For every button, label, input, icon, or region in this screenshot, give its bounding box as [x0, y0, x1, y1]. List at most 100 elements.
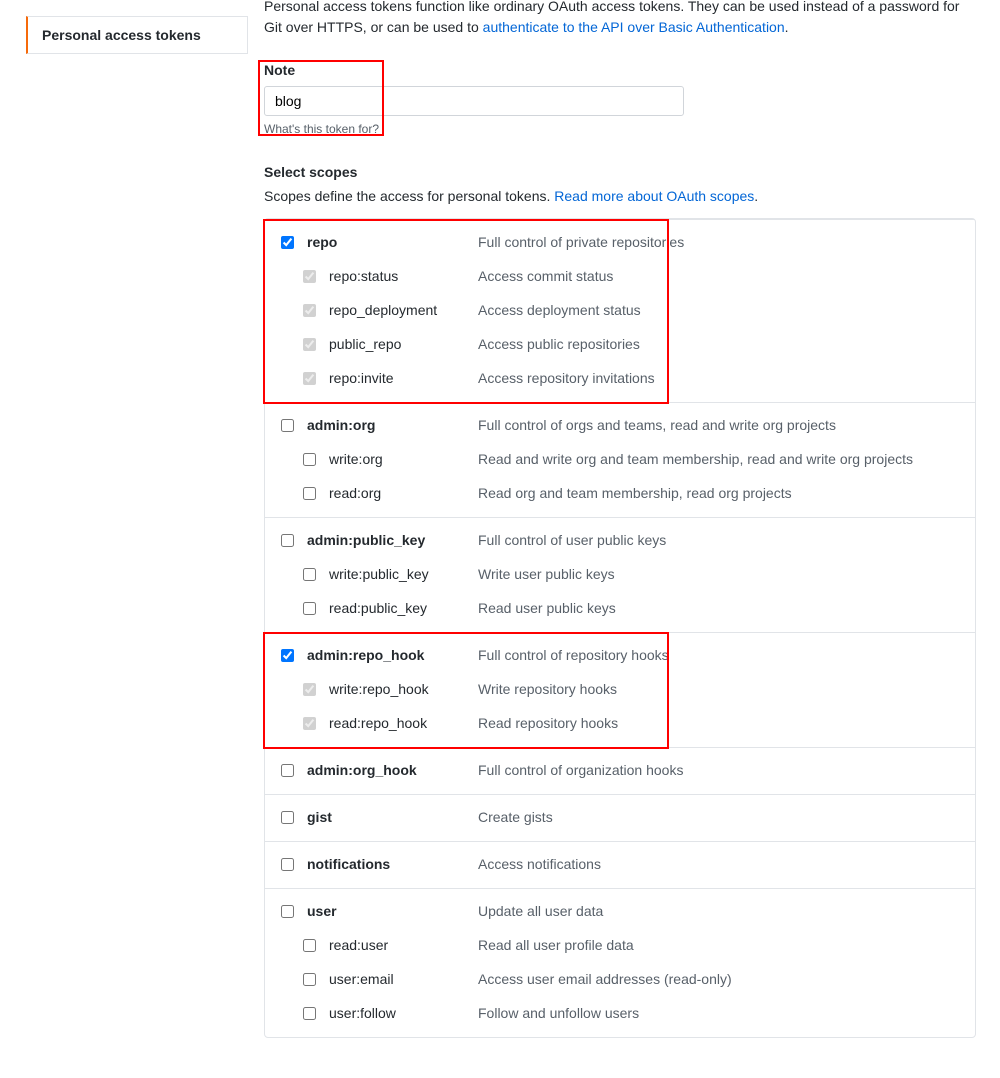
scope-group-user: user Update all user data read:user Read al…: [265, 888, 975, 1037]
scope-checkbox-repo[interactable]: [281, 236, 294, 249]
scope-row: public_repo Access public repositories: [265, 328, 975, 362]
scope-desc: Access repository invitations: [478, 370, 655, 386]
scope-name: admin:repo_hook: [307, 647, 462, 663]
scope-row: user:email Access user email addresses (r…: [265, 963, 975, 997]
scope-checkbox-user-email[interactable]: [303, 973, 316, 986]
scope-checkbox-write-public-key[interactable]: [303, 568, 316, 581]
scope-checkbox-public-repo: [303, 338, 316, 351]
scope-checkbox-repo-invite: [303, 372, 316, 385]
scope-group-admin-public-key: admin:public_key Full control of user pub…: [265, 517, 975, 632]
scope-checkbox-gist[interactable]: [281, 811, 294, 824]
scope-desc: Write user public keys: [478, 566, 615, 582]
scope-name: read:repo_hook: [329, 715, 462, 731]
scope-name: read:org: [329, 485, 462, 501]
scope-desc: Access public repositories: [478, 336, 640, 352]
scopes-subtext: Scopes define the access for personal to…: [264, 188, 976, 204]
scope-checkbox-read-org[interactable]: [303, 487, 316, 500]
note-help-text: What's this token for?: [264, 122, 976, 136]
scopes-header: Select scopes: [264, 164, 976, 180]
scope-name: read:user: [329, 937, 462, 953]
scope-desc: Full control of orgs and teams, read and…: [478, 417, 836, 433]
scope-row: repo_deployment Access deployment status: [265, 294, 975, 328]
intro-text: Personal access tokens function like ord…: [264, 0, 976, 38]
scope-row: read:repo_hook Read repository hooks: [265, 707, 975, 747]
scope-checkbox-admin-repo-hook[interactable]: [281, 649, 294, 662]
scope-name: repo:status: [329, 268, 462, 284]
scopes-list: repo Full control of private repositories…: [264, 218, 976, 1038]
scope-desc: Follow and unfollow users: [478, 1005, 639, 1021]
scope-group-admin-org: admin:org Full control of orgs and teams,…: [265, 402, 975, 517]
intro-auth-link[interactable]: authenticate to the API over Basic Authe…: [483, 19, 785, 35]
scope-row: repo Full control of private repositories: [265, 220, 975, 260]
scope-desc: Access commit status: [478, 268, 613, 284]
scope-checkbox-read-user[interactable]: [303, 939, 316, 952]
scope-checkbox-user-follow[interactable]: [303, 1007, 316, 1020]
scope-desc: Create gists: [478, 809, 553, 825]
scope-group-notifications: notificationsAccess notifications: [265, 841, 975, 888]
scope-row: repo:status Access commit status: [265, 260, 975, 294]
scope-checkbox-write-repo-hook: [303, 683, 316, 696]
scope-checkbox-notifications[interactable]: [281, 858, 294, 871]
scope-desc: Access deployment status: [478, 302, 641, 318]
scope-checkbox-write-org[interactable]: [303, 453, 316, 466]
scope-checkbox-read-repo-hook: [303, 717, 316, 730]
scope-checkbox-repo-deployment: [303, 304, 316, 317]
scope-desc: Full control of repository hooks: [478, 647, 669, 663]
scope-desc: Read and write org and team membership, …: [478, 451, 913, 467]
note-input[interactable]: [264, 86, 684, 116]
scope-desc: Full control of private repositories: [478, 234, 684, 250]
scope-row: admin:org Full control of orgs and teams,…: [265, 403, 975, 443]
scope-name: write:public_key: [329, 566, 462, 582]
scope-group-admin-repo-hook: admin:repo_hook Full control of repositor…: [265, 632, 975, 747]
scope-row: repo:invite Access repository invitations: [265, 362, 975, 402]
scope-row: read:public_key Read user public keys: [265, 592, 975, 632]
oauth-scopes-link[interactable]: Read more about OAuth scopes: [554, 188, 754, 204]
scope-desc: Update all user data: [478, 903, 603, 919]
scope-name: repo: [307, 234, 462, 250]
scope-row: write:public_key Write user public keys: [265, 558, 975, 592]
scope-desc: Write repository hooks: [478, 681, 617, 697]
scope-checkbox-repo-status: [303, 270, 316, 283]
scope-row: admin:repo_hook Full control of repositor…: [265, 633, 975, 673]
scope-group-gist: gist Create gists: [265, 794, 975, 841]
scope-row: admin:org_hook Full control of organizati…: [265, 748, 975, 794]
scope-name: admin:org: [307, 417, 462, 433]
scope-name: gist: [307, 809, 462, 825]
scope-name: repo_deployment: [329, 302, 462, 318]
scope-checkbox-admin-org[interactable]: [281, 419, 294, 432]
scope-row: admin:public_key Full control of user pub…: [265, 518, 975, 558]
scope-desc: Access notifications: [478, 856, 601, 872]
sidenav-personal-access-tokens[interactable]: Personal access tokens: [26, 16, 248, 54]
scope-name: repo:invite: [329, 370, 462, 386]
scope-row: write:org Read and write org and team mem…: [265, 443, 975, 477]
scope-checkbox-user[interactable]: [281, 905, 294, 918]
scope-row: user:follow Follow and unfollow users: [265, 997, 975, 1037]
scope-row: read:user Read all user profile data: [265, 929, 975, 963]
scope-row: gist Create gists: [265, 795, 975, 841]
scope-name: user: [307, 903, 462, 919]
scope-checkbox-admin-org-hook[interactable]: [281, 764, 294, 777]
scope-desc: Read repository hooks: [478, 715, 618, 731]
scope-name: read:public_key: [329, 600, 462, 616]
scope-desc: Read org and team membership, read org p…: [478, 485, 792, 501]
scope-name: write:org: [329, 451, 462, 467]
scope-desc: Full control of user public keys: [478, 532, 666, 548]
scope-group-admin-org-hook: admin:org_hook Full control of organizati…: [265, 747, 975, 794]
scope-desc: Read user public keys: [478, 600, 616, 616]
scope-row: write:repo_hook Write repository hooks: [265, 673, 975, 707]
note-label: Note: [264, 62, 976, 78]
scope-row: user Update all user data: [265, 889, 975, 929]
scope-checkbox-read-public-key[interactable]: [303, 602, 316, 615]
scope-desc: Access user email addresses (read-only): [478, 971, 732, 987]
scope-desc: Read all user profile data: [478, 937, 634, 953]
scope-name: user:follow: [329, 1005, 462, 1021]
scope-name: admin:org_hook: [307, 762, 462, 778]
scope-checkbox-admin-public-key[interactable]: [281, 534, 294, 547]
scope-name: write:repo_hook: [329, 681, 462, 697]
scope-name: user:email: [329, 971, 462, 987]
scope-name: public_repo: [329, 336, 462, 352]
scope-row: read:org Read org and team membership, re…: [265, 477, 975, 517]
scope-name: admin:public_key: [307, 532, 462, 548]
scope-group-repo: repo Full control of private repositories…: [265, 219, 975, 402]
scope-desc: Full control of organization hooks: [478, 762, 683, 778]
